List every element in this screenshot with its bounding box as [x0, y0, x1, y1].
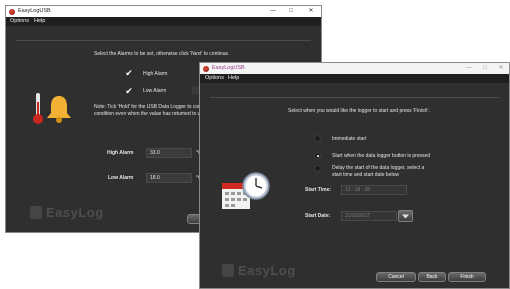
title-bar: EasyLogUSB — □ ✕: [6, 6, 321, 17]
easylog-logo: EasyLog: [222, 263, 296, 278]
high-alarm-value-label: High Alarm: [107, 150, 134, 156]
minimize-button[interactable]: —: [462, 63, 476, 74]
low-alarm-label: Low Alarm: [143, 88, 167, 94]
cancel-button[interactable]: Cancel: [376, 272, 416, 282]
delay-start-radio[interactable]: [314, 165, 321, 172]
immediate-start-radio[interactable]: [314, 135, 321, 142]
finish-button[interactable]: Finish: [448, 272, 486, 282]
low-alarm-value-label: Low Alarm: [108, 175, 134, 181]
button-start-radio[interactable]: [314, 152, 321, 159]
calendar-clock-icon: [222, 172, 270, 209]
button-start-label: Start when the data logger button is pre…: [332, 153, 431, 159]
maximize-button[interactable]: □: [284, 6, 298, 17]
note-line-1: Note: Tick 'Hold' for the USB Data Logge…: [94, 104, 203, 110]
delay-start-label-2: start time and start date below: [332, 172, 399, 178]
title-bar: EasyLogUSB — □ ✕: [200, 63, 509, 74]
date-dropdown-button[interactable]: [398, 210, 413, 222]
low-alarm-checkbox[interactable]: ✔: [125, 87, 133, 96]
app-icon: [203, 65, 209, 72]
menu-bar: Options Help: [6, 17, 321, 26]
start-window: EasyLogUSB — □ ✕ Options Help Select whe…: [199, 62, 510, 289]
close-button[interactable]: ✕: [304, 6, 318, 17]
divider: [210, 97, 499, 98]
thermometer-icon: [33, 93, 43, 124]
delay-start-label-1: Delay the start of the data logger, sele…: [332, 165, 425, 171]
menu-options[interactable]: Options: [205, 74, 224, 83]
app-icon: [9, 8, 15, 15]
window-title: EasyLogUSB: [18, 8, 51, 14]
low-alarm-input[interactable]: 18.0: [146, 173, 192, 183]
start-time-input[interactable]: 12 : 18 : 38: [341, 185, 407, 195]
high-alarm-checkbox[interactable]: ✔: [125, 69, 133, 78]
divider: [16, 40, 311, 41]
menu-options[interactable]: Options: [10, 17, 29, 26]
logo-mark-icon: [30, 206, 42, 219]
immediate-start-label: Immediate start: [332, 136, 367, 142]
start-date-label: Start Date:: [305, 213, 331, 219]
high-alarm-input[interactable]: 33.0: [146, 148, 192, 158]
bell-icon: [47, 96, 71, 123]
easylog-logo: EasyLog: [30, 205, 104, 220]
start-time-label: Start Time:: [305, 187, 332, 193]
instruction-text: Select when you would like the logger to…: [288, 108, 430, 114]
logo-mark-icon: [222, 264, 234, 277]
menu-help[interactable]: Help: [34, 17, 45, 26]
high-alarm-label: High Alarm: [143, 71, 168, 77]
minimize-button[interactable]: —: [266, 6, 280, 17]
maximize-button[interactable]: □: [478, 63, 492, 74]
note-line-2: condition even when the value has return…: [94, 111, 202, 117]
close-button[interactable]: ✕: [494, 63, 508, 74]
chevron-down-icon: [402, 214, 409, 219]
window-title: EasyLogUSB: [212, 65, 245, 71]
menu-bar: Options Help: [200, 74, 509, 83]
menu-help[interactable]: Help: [228, 74, 239, 83]
back-button[interactable]: Back: [418, 272, 446, 282]
instruction-text: Select the Alarms to be set, otherwise c…: [94, 51, 230, 57]
start-date-input[interactable]: 21/03/2017: [341, 211, 397, 221]
